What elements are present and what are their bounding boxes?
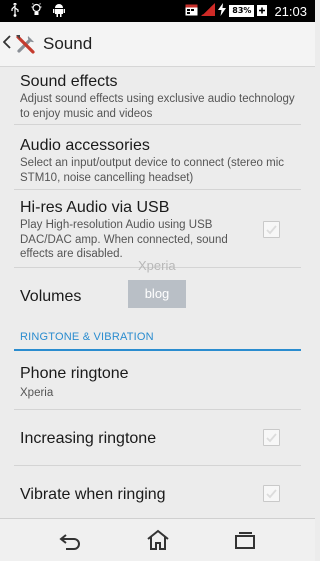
setting-title: Phone ringtone xyxy=(20,365,129,382)
status-clock: 21:03 xyxy=(274,3,307,19)
setting-sound-effects[interactable]: Sound effects Adjust sound effects using… xyxy=(20,72,301,121)
setting-summary: Select an input/output device to connect… xyxy=(20,157,285,184)
setting-vibrate-when-ringing[interactable]: Vibrate when ringing xyxy=(20,485,301,504)
page-title: Sound xyxy=(43,34,93,53)
section-divider xyxy=(14,349,301,351)
settings-tools-icon[interactable] xyxy=(14,32,38,56)
watermark-badge: blog xyxy=(128,280,186,308)
home-icon[interactable] xyxy=(145,528,171,552)
setting-title: Hi-res Audio via USB xyxy=(20,199,170,216)
setting-summary: Adjust sound effects using exclusive aud… xyxy=(20,93,295,120)
settings-list: Sound effects Adjust sound effects using… xyxy=(0,67,315,518)
setting-title: Increasing ringtone xyxy=(20,430,157,447)
divider xyxy=(14,124,301,125)
recent-apps-icon[interactable] xyxy=(232,528,258,552)
chevron-left-icon[interactable] xyxy=(2,35,11,52)
vibrate-when-ringing-checkbox[interactable] xyxy=(263,485,280,502)
setting-hires-audio[interactable]: Hi-res Audio via USB Play High-resolutio… xyxy=(20,198,263,262)
setting-summary: Play High-resolution Audio using USB DAC… xyxy=(20,219,228,260)
setting-title: Sound effects xyxy=(20,73,118,90)
setting-audio-accessories[interactable]: Audio accessories Select an input/output… xyxy=(20,136,301,185)
setting-increasing-ringtone[interactable]: Increasing ringtone xyxy=(20,429,301,448)
setting-summary: Xperia xyxy=(20,387,54,399)
back-icon[interactable] xyxy=(58,528,84,552)
setting-title: Vibrate when ringing xyxy=(20,486,166,503)
battery-indicator: 83% xyxy=(229,5,255,17)
divider xyxy=(14,465,301,466)
calendar-notification-icon xyxy=(185,3,198,19)
lightbulb-icon xyxy=(31,2,42,21)
navigation-bar xyxy=(0,518,315,561)
usb-icon xyxy=(10,1,20,21)
section-header-ringtone: RINGTONE & VIBRATION xyxy=(20,331,154,343)
android-icon xyxy=(53,2,65,21)
charging-icon xyxy=(218,3,227,19)
setting-phone-ringtone[interactable]: Phone ringtone Xperia xyxy=(20,364,301,401)
setting-title: Audio accessories xyxy=(20,137,150,154)
divider xyxy=(14,409,301,410)
action-bar: Sound xyxy=(0,22,315,67)
watermark-text: Xperia xyxy=(138,258,176,273)
battery-plus-icon xyxy=(257,4,268,19)
hires-audio-checkbox[interactable] xyxy=(263,221,280,238)
signal-icon xyxy=(201,3,216,19)
increasing-ringtone-checkbox[interactable] xyxy=(263,429,280,446)
status-bar: 83% 21:03 xyxy=(0,0,315,22)
divider xyxy=(14,189,301,190)
